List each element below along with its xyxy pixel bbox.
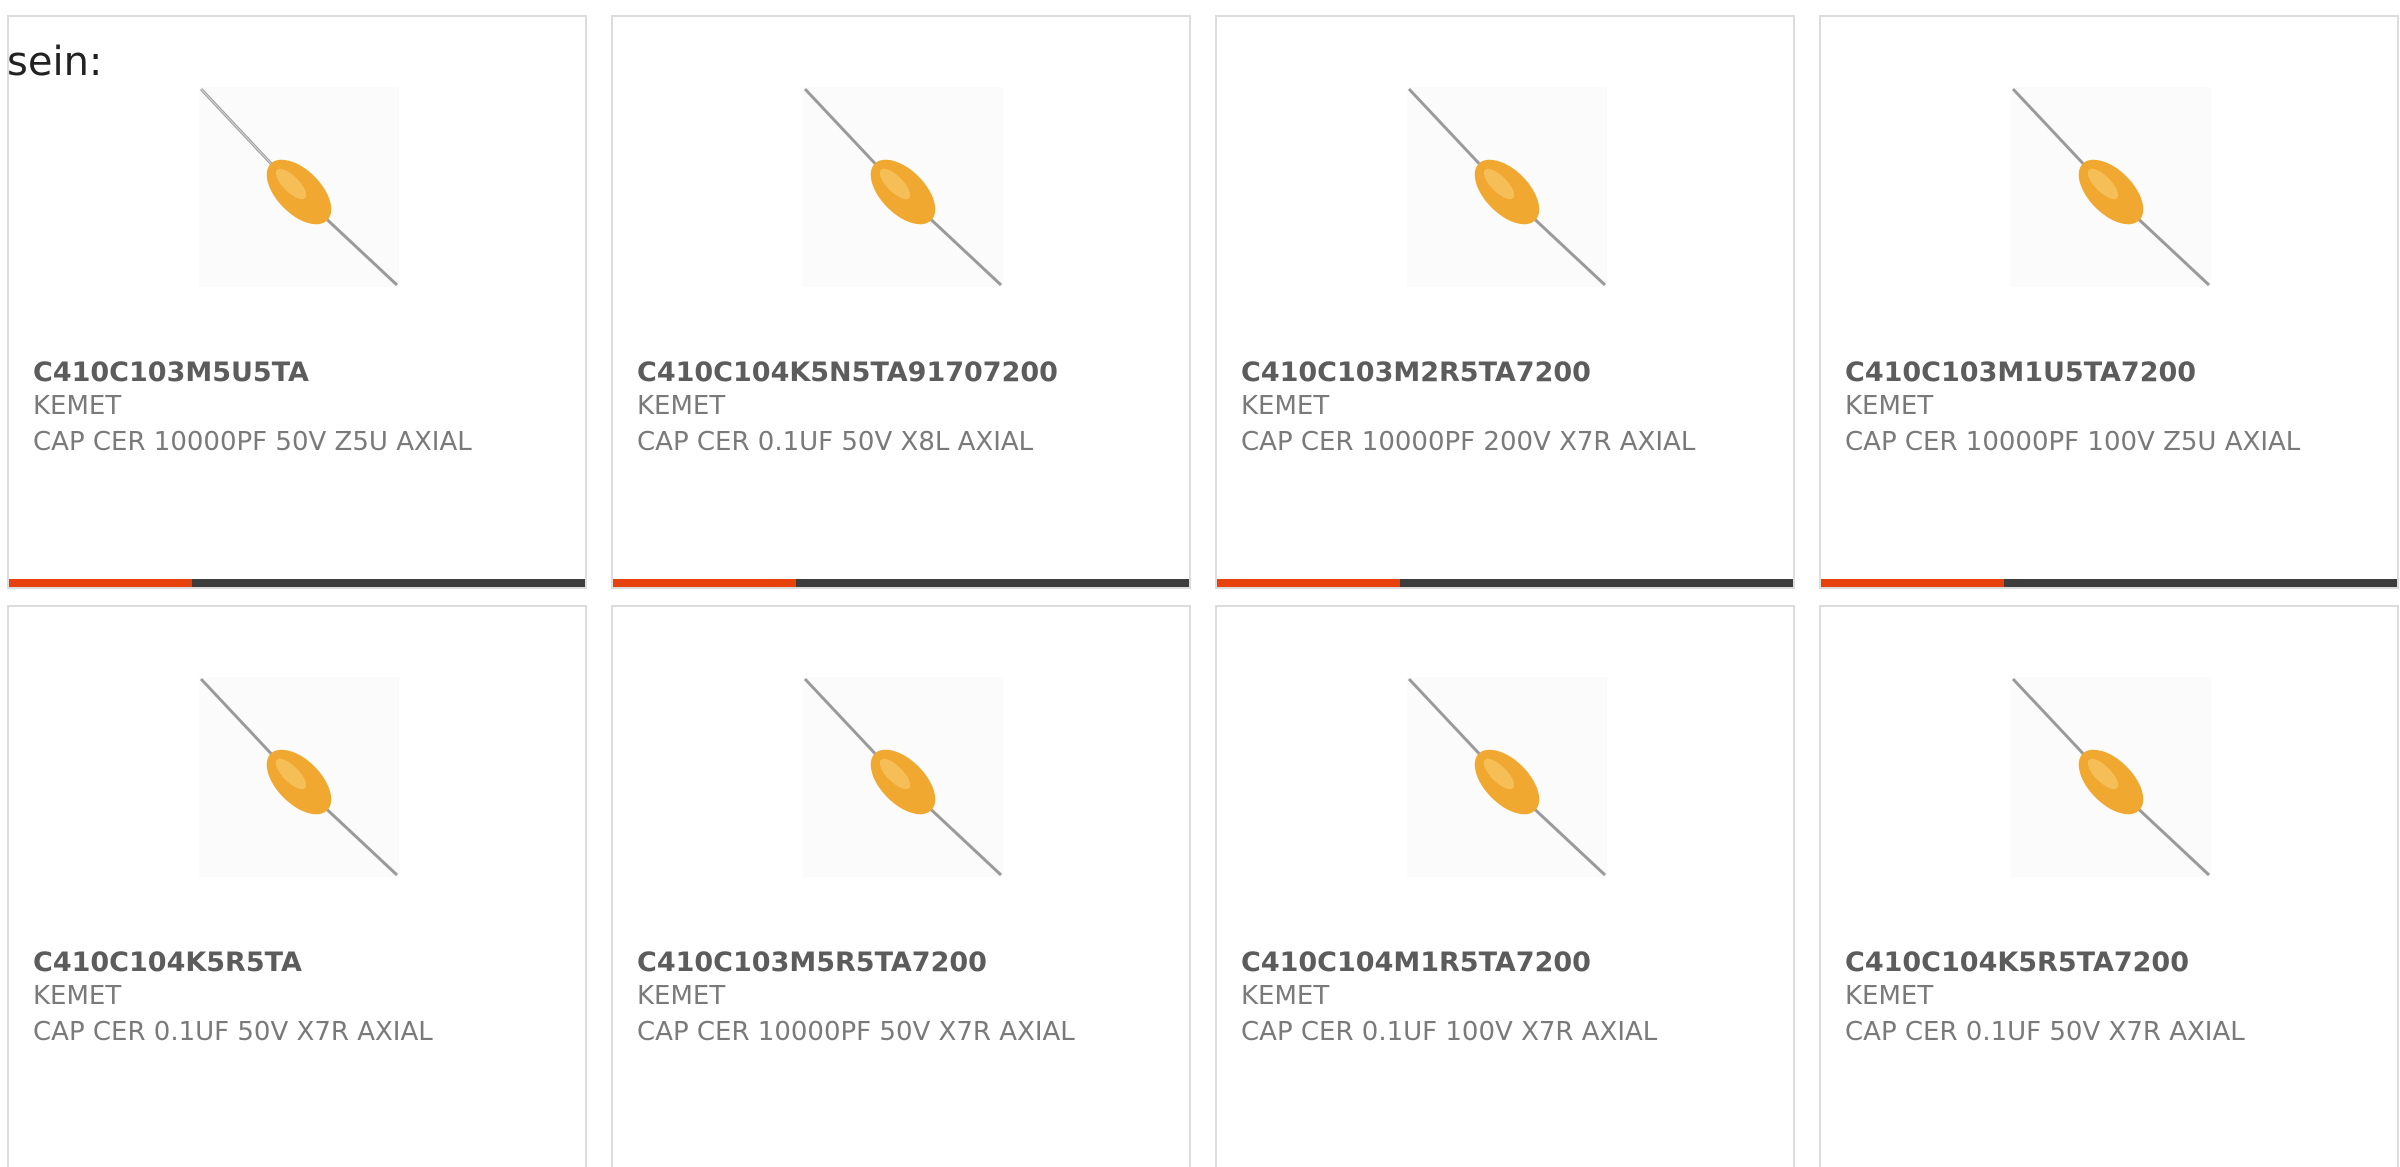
product-card[interactable]: C410C103M2R5TA7200 KEMET CAP CER 10000PF… — [1215, 15, 1795, 589]
axial-capacitor-icon — [199, 87, 399, 287]
card-accent-bar — [9, 579, 192, 587]
description: CAP CER 10000PF 50V Z5U AXIAL — [33, 427, 472, 457]
intro-text: sein: — [7, 39, 103, 85]
description: CAP CER 0.1UF 50V X8L AXIAL — [637, 427, 1034, 457]
card-bottom-bar — [613, 579, 1189, 587]
product-card[interactable]: C410C103M1U5TA7200 KEMET CAP CER 10000PF… — [1819, 15, 2399, 589]
card-bottom-bar — [1821, 579, 2397, 587]
card-accent-bar — [1217, 579, 1400, 587]
part-number-link[interactable]: C410C103M5R5TA7200 — [637, 947, 987, 978]
manufacturer: KEMET — [637, 391, 726, 421]
product-card[interactable]: C410C104K5R5TA7200 KEMET CAP CER 0.1UF 5… — [1819, 605, 2399, 1167]
card-accent-bar — [613, 579, 796, 587]
manufacturer: KEMET — [33, 391, 122, 421]
axial-capacitor-icon — [803, 87, 1003, 287]
card-accent-bar — [1821, 579, 2004, 587]
manufacturer: KEMET — [33, 981, 122, 1011]
description: CAP CER 10000PF 200V X7R AXIAL — [1241, 427, 1696, 457]
description: CAP CER 0.1UF 50V X7R AXIAL — [33, 1017, 433, 1047]
manufacturer: KEMET — [1241, 391, 1330, 421]
axial-capacitor-icon — [1407, 87, 1607, 287]
description: CAP CER 10000PF 100V Z5U AXIAL — [1845, 427, 2301, 457]
description: CAP CER 0.1UF 100V X7R AXIAL — [1241, 1017, 1658, 1047]
part-number-link[interactable]: C410C103M5U5TA — [33, 357, 309, 388]
product-card[interactable]: C410C104M1R5TA7200 KEMET CAP CER 0.1UF 1… — [1215, 605, 1795, 1167]
description: CAP CER 0.1UF 50V X7R AXIAL — [1845, 1017, 2245, 1047]
manufacturer: KEMET — [1845, 981, 1934, 1011]
part-number-link[interactable]: C410C103M2R5TA7200 — [1241, 357, 1591, 388]
axial-capacitor-icon — [199, 677, 399, 877]
product-card[interactable]: C410C104K5N5TA91707200 KEMET CAP CER 0.1… — [611, 15, 1191, 589]
product-card[interactable]: C410C103M5U5TA KEMET CAP CER 10000PF 50V… — [7, 15, 587, 589]
part-number-link[interactable]: C410C104K5R5TA7200 — [1845, 947, 2189, 978]
manufacturer: KEMET — [1241, 981, 1330, 1011]
manufacturer: KEMET — [637, 981, 726, 1011]
axial-capacitor-icon — [1407, 677, 1607, 877]
product-card[interactable]: C410C104K5R5TA KEMET CAP CER 0.1UF 50V X… — [7, 605, 587, 1167]
manufacturer: KEMET — [1845, 391, 1934, 421]
part-number-link[interactable]: C410C104M1R5TA7200 — [1241, 947, 1591, 978]
product-card[interactable]: C410C103M5R5TA7200 KEMET CAP CER 10000PF… — [611, 605, 1191, 1167]
card-bottom-bar — [1217, 579, 1793, 587]
description: CAP CER 10000PF 50V X7R AXIAL — [637, 1017, 1075, 1047]
part-number-link[interactable]: C410C104K5N5TA91707200 — [637, 357, 1058, 388]
axial-capacitor-icon — [803, 677, 1003, 877]
product-grid-page: sein: C410C103M5U5TA KEMET CAP CER 10000… — [0, 0, 2400, 1167]
product-grid: C410C103M5U5TA KEMET CAP CER 10000PF 50V… — [7, 15, 2399, 1167]
axial-capacitor-icon — [2011, 87, 2211, 287]
part-number-link[interactable]: C410C103M1U5TA7200 — [1845, 357, 2196, 388]
axial-capacitor-icon — [2011, 677, 2211, 877]
part-number-link[interactable]: C410C104K5R5TA — [33, 947, 302, 978]
card-bottom-bar — [9, 579, 585, 587]
